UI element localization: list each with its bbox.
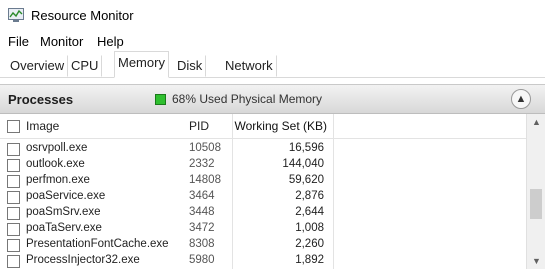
tab-cpu[interactable]: CPU xyxy=(67,55,103,77)
scroll-up-arrow-icon[interactable]: ▲ xyxy=(527,114,545,130)
cell-image: outlook.exe xyxy=(26,158,85,170)
cell-working-set: 1,892 xyxy=(295,254,324,266)
select-all-checkbox[interactable] xyxy=(7,120,20,133)
title-bar: Resource Monitor xyxy=(0,0,545,30)
processes-section: Processes 68% Used Physical Memory ▲ Ima… xyxy=(0,84,545,269)
tab-overview[interactable]: Overview xyxy=(6,55,69,77)
table-row[interactable]: osrvpoll.exe 10508 16,596 xyxy=(0,141,526,157)
column-working-set[interactable]: Working Set (KB) xyxy=(232,114,334,138)
menu-bar: File Monitor Help xyxy=(0,31,545,51)
tab-memory[interactable]: Memory xyxy=(114,51,169,78)
cell-pid: 3448 xyxy=(189,206,215,218)
chevron-up-icon: ▲ xyxy=(515,93,527,105)
cell-image: PresentationFontCache.exe xyxy=(26,238,169,250)
table-row[interactable]: outlook.exe 2332 144,040 xyxy=(0,157,526,173)
cell-working-set: 1,008 xyxy=(295,222,324,234)
cell-image: osrvpoll.exe xyxy=(26,142,88,154)
vertical-scrollbar[interactable]: ▲ ▼ xyxy=(526,114,545,269)
column-pid[interactable]: PID xyxy=(189,119,209,133)
menu-help[interactable]: Help xyxy=(97,34,124,49)
memory-status-text: 68% Used Physical Memory xyxy=(172,92,323,106)
memory-status-indicator-icon xyxy=(155,94,166,105)
menu-monitor[interactable]: Monitor xyxy=(40,34,83,49)
row-checkbox[interactable] xyxy=(7,223,20,236)
column-working-set-label: Working Set (KB) xyxy=(234,119,327,133)
row-checkbox[interactable] xyxy=(7,143,20,156)
table-row[interactable]: poaSmSrv.exe 3448 2,644 xyxy=(0,205,526,221)
scroll-thumb[interactable] xyxy=(530,189,542,219)
cell-working-set: 2,876 xyxy=(295,190,324,202)
table-row[interactable]: PresentationFontCache.exe 8308 2,260 xyxy=(0,237,526,253)
resource-monitor-icon xyxy=(8,8,24,22)
cell-pid: 10508 xyxy=(189,142,221,154)
column-image[interactable]: Image xyxy=(26,119,59,133)
processes-header[interactable]: Processes 68% Used Physical Memory ▲ xyxy=(0,85,545,114)
cell-pid: 5980 xyxy=(189,254,215,266)
row-checkbox[interactable] xyxy=(7,159,20,172)
cell-working-set: 2,644 xyxy=(295,206,324,218)
tab-network[interactable]: Network xyxy=(221,55,277,77)
row-checkbox[interactable] xyxy=(7,175,20,188)
scroll-down-arrow-icon[interactable]: ▼ xyxy=(527,253,545,269)
table-row[interactable]: ProcessInjector32.exe 5980 1,892 xyxy=(0,253,526,269)
cell-pid: 2332 xyxy=(189,158,215,170)
cell-working-set: 144,040 xyxy=(282,158,324,170)
row-checkbox[interactable] xyxy=(7,239,20,252)
cell-pid: 8308 xyxy=(189,238,215,250)
cell-working-set: 2,260 xyxy=(295,238,324,250)
cell-pid: 3464 xyxy=(189,190,215,202)
cell-image: poaSmSrv.exe xyxy=(26,206,101,218)
cell-image: perfmon.exe xyxy=(26,174,90,186)
cell-pid: 3472 xyxy=(189,222,215,234)
cell-image: poaTaServ.exe xyxy=(26,222,102,234)
table-body: osrvpoll.exe 10508 16,596 outlook.exe 23… xyxy=(0,139,526,269)
section-title: Processes xyxy=(8,92,74,107)
cell-image: ProcessInjector32.exe xyxy=(26,254,140,266)
cell-image: poaService.exe xyxy=(26,190,106,202)
collapse-button[interactable]: ▲ xyxy=(511,89,531,109)
window-title: Resource Monitor xyxy=(31,8,134,23)
row-checkbox[interactable] xyxy=(7,207,20,220)
table-row[interactable]: poaTaServ.exe 3472 1,008 xyxy=(0,221,526,237)
table-row[interactable]: poaService.exe 3464 2,876 xyxy=(0,189,526,205)
cell-working-set: 16,596 xyxy=(288,142,324,154)
cell-working-set: 59,620 xyxy=(288,174,324,186)
row-checkbox[interactable] xyxy=(7,191,20,204)
tab-strip: Overview CPU Memory Disk Network xyxy=(0,51,545,78)
tab-disk[interactable]: Disk xyxy=(173,55,207,77)
table-row[interactable]: perfmon.exe 14808 59,620 xyxy=(0,173,526,189)
processes-table: Image PID Working Set (KB) osrvpoll.exe … xyxy=(0,114,545,269)
menu-file[interactable]: File xyxy=(8,34,29,49)
row-checkbox[interactable] xyxy=(7,255,20,268)
cell-pid: 14808 xyxy=(189,174,221,186)
